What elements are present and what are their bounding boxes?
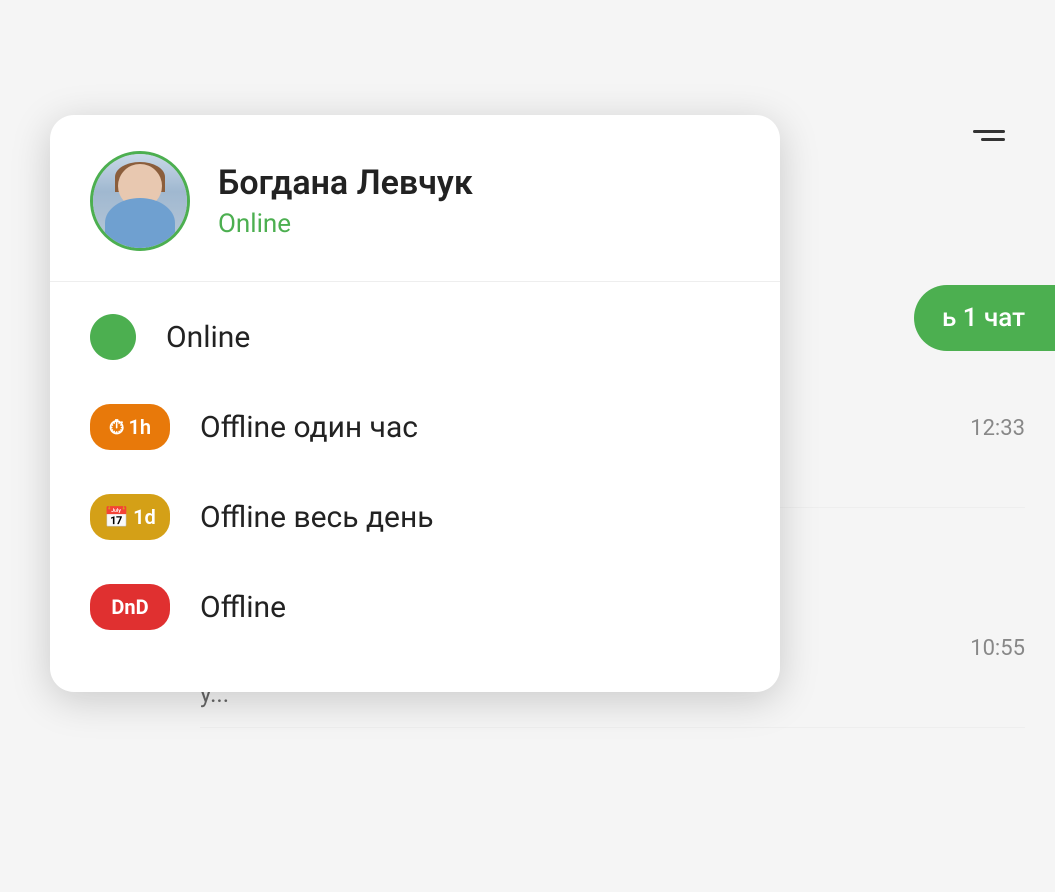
- offline-1h-badge: ⏱ 1h: [90, 404, 170, 450]
- online-indicator: [90, 314, 136, 360]
- dnd-label: Offline: [200, 590, 286, 625]
- chat-button[interactable]: ь 1 чат: [914, 285, 1055, 351]
- badge-1h-icon: ⏱: [109, 415, 125, 439]
- avatar-image: [93, 154, 187, 248]
- status-option-online[interactable]: Online: [50, 292, 780, 382]
- status-popup: Богдана Левчук Online Online ⏱ 1h Offlin…: [50, 115, 780, 692]
- badge-1h-text: 1h: [129, 415, 152, 439]
- status-option-offline-1h[interactable]: ⏱ 1h Offline один час: [50, 382, 780, 472]
- badge-1d-text: 1d: [133, 505, 156, 529]
- profile-info: Богдана Левчук Online: [218, 163, 473, 239]
- profile-online-status: Online: [218, 209, 473, 239]
- status-option-offline-1d[interactable]: 📅 1d Offline весь день: [50, 472, 780, 562]
- dnd-badge: DnD: [90, 584, 170, 630]
- offline-1h-label: Offline один час: [200, 410, 418, 445]
- offline-1d-badge: 📅 1d: [90, 494, 170, 540]
- filter-line-1: [973, 130, 1005, 133]
- status-option-dnd[interactable]: DnD Offline: [50, 562, 780, 652]
- status-options-list: Online ⏱ 1h Offline один час 📅 1d Offlin…: [50, 282, 780, 662]
- chat-time-1: 12:33: [970, 416, 1025, 441]
- dnd-text: DnD: [111, 595, 148, 619]
- chat-time-2: 10:55: [970, 636, 1025, 661]
- profile-header: Богдана Левчук Online: [50, 115, 780, 281]
- online-label: Online: [166, 320, 250, 355]
- filter-button[interactable]: [973, 130, 1005, 141]
- avatar-body: [105, 198, 175, 248]
- avatar: [90, 151, 190, 251]
- profile-name: Богдана Левчук: [218, 163, 473, 203]
- badge-1d-icon: 📅: [104, 505, 129, 529]
- filter-line-2: [981, 138, 1005, 141]
- chat-button-label: ь 1 чат: [942, 303, 1025, 333]
- offline-1d-label: Offline весь день: [200, 500, 434, 535]
